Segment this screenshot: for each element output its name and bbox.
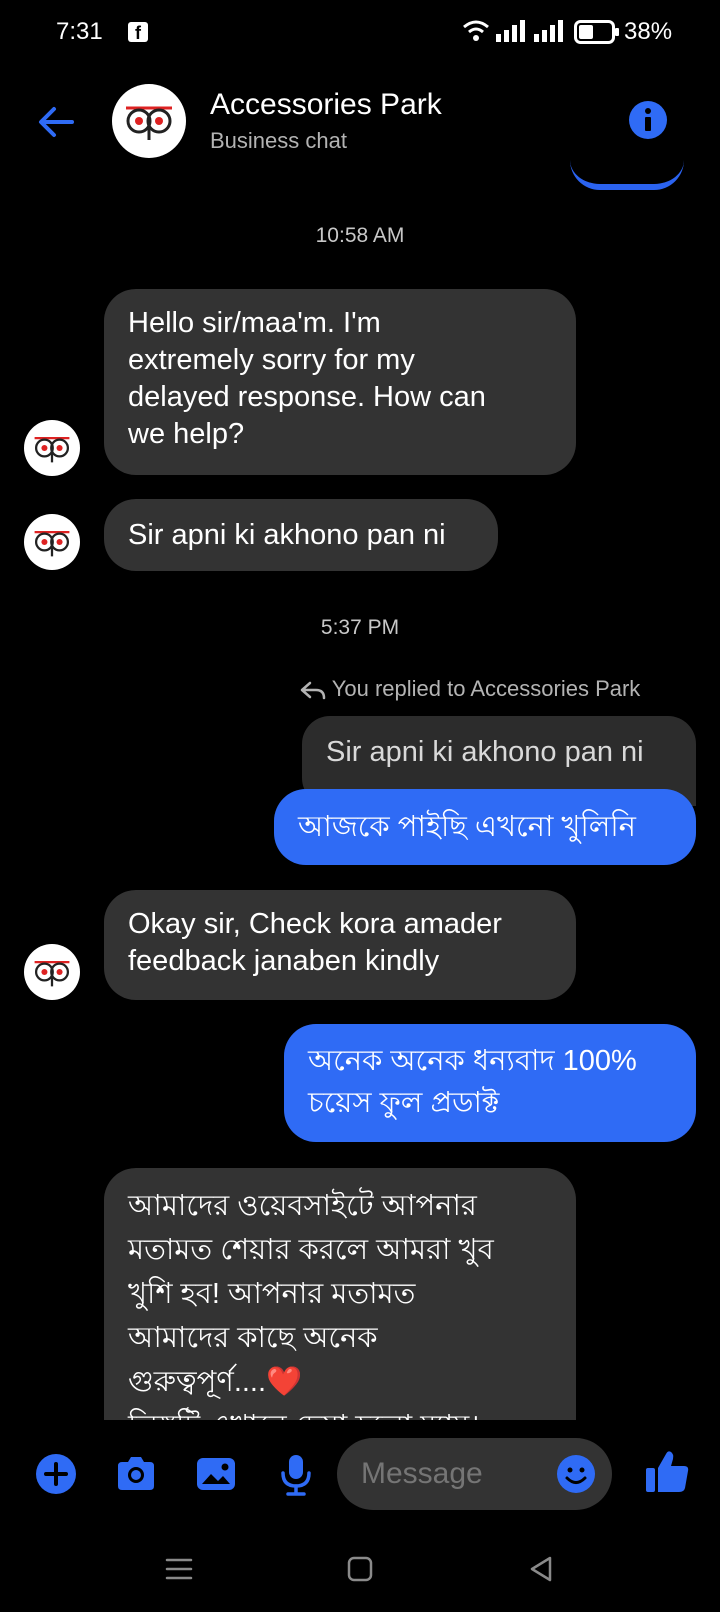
reply-context-text: You replied to Accessories Park <box>331 676 641 701</box>
signal-icon <box>496 20 525 42</box>
back-arrow-icon[interactable] <box>34 100 78 144</box>
timestamp: 10:58 AM <box>315 224 405 247</box>
back-nav-icon[interactable] <box>524 1552 558 1586</box>
incoming-message[interactable]: Hello sir/maa'm. I'm extremely sorry for… <box>104 289 576 475</box>
gallery-icon[interactable] <box>194 1452 238 1496</box>
home-icon[interactable] <box>343 1552 377 1586</box>
plus-icon[interactable] <box>34 1452 78 1496</box>
chat-title[interactable]: Accessories Park <box>210 88 442 122</box>
facebook-notification-icon: f <box>128 22 148 43</box>
timestamp: 5:37 PM <box>320 616 400 639</box>
reply-context: You replied to Accessories Park <box>300 676 640 702</box>
battery-icon <box>574 20 619 44</box>
sender-avatar[interactable] <box>24 514 80 570</box>
incoming-message[interactable]: Sir apni ki akhono pan ni <box>104 499 498 571</box>
emoji-icon[interactable] <box>556 1454 596 1494</box>
accessories-park-logo <box>34 961 70 987</box>
camera-icon[interactable] <box>114 1452 158 1496</box>
microphone-icon[interactable] <box>274 1452 318 1496</box>
status-time: 7:31 <box>56 18 103 45</box>
outgoing-message[interactable]: আজকে পাইছি এখনো খুলিনি <box>274 789 696 865</box>
accessories-park-logo <box>126 106 172 140</box>
reply-arrow-icon <box>300 681 326 700</box>
incoming-message[interactable]: Okay sir, Check kora amader feedback jan… <box>104 890 576 1000</box>
accessories-park-logo <box>34 531 70 557</box>
battery-percentage: 38% <box>624 18 673 45</box>
info-icon[interactable] <box>628 100 668 140</box>
business-avatar[interactable] <box>112 84 186 158</box>
chat-subtitle: Business chat <box>210 128 347 153</box>
wifi-icon <box>463 20 489 41</box>
accessories-park-logo <box>34 437 70 463</box>
sender-avatar[interactable] <box>24 944 80 1000</box>
signal-icon-2 <box>534 20 563 42</box>
outgoing-message[interactable]: অনেক অনেক ধন্যবাদ 100% চয়েস ফুল প্রডাক্… <box>284 1024 696 1142</box>
incoming-message[interactable]: আমাদের ওয়েবসাইটে আপনার মতামত শেয়ার করল… <box>104 1168 576 1420</box>
thumbs-up-icon[interactable] <box>644 1448 690 1494</box>
previous-message-bubble <box>570 150 684 190</box>
sender-avatar[interactable] <box>24 420 80 476</box>
menu-icon[interactable] <box>162 1552 196 1586</box>
